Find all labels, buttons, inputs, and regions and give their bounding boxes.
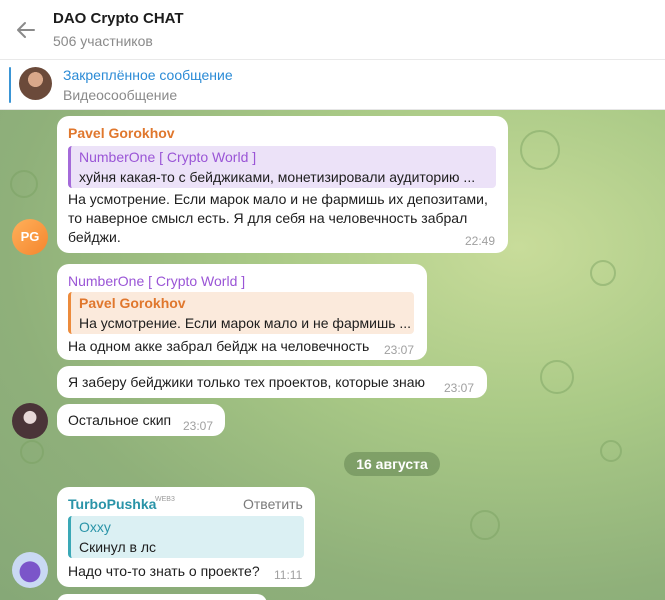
- quote-sender: NumberOne [ Crypto World ]: [79, 149, 257, 165]
- doodle-icon: [520, 130, 560, 170]
- pinned-thumbnail: [19, 67, 52, 100]
- reply-quote[interactable]: Oxxy Скинул в лс: [68, 516, 304, 558]
- message-text: бейджи.: [68, 229, 121, 245]
- web3-badge: WEB3: [155, 496, 175, 503]
- pinned-subtitle: Видеосообщение: [63, 87, 178, 103]
- sender-name[interactable]: Pavel Gorokhov: [68, 125, 175, 141]
- reply-quote[interactable]: NumberOne [ Crypto World ] хуйня какая-т…: [68, 146, 496, 188]
- quote-text: Скинул в лс: [79, 539, 157, 555]
- avatar[interactable]: [12, 403, 48, 439]
- message-text: На одном акке забрал бейдж на человечнос…: [68, 338, 370, 354]
- message-text: Надо что-то знать о проекте?: [68, 563, 260, 579]
- chat-header: DAO Crypto CHAT 506 участников: [0, 0, 665, 60]
- date-separator: 16 августа: [344, 452, 440, 476]
- message-text: На усмотрение. Если марок мало и не фарм…: [68, 191, 488, 207]
- pinned-message-bar[interactable]: Закреплённое сообщение Видеосообщение: [0, 60, 665, 110]
- pinned-title: Закреплённое сообщение: [63, 67, 233, 83]
- message-bubble[interactable]: TurboPushka WEB3 Ответить Oxxy Скинул в …: [57, 487, 315, 587]
- message-time: 22:49: [465, 234, 496, 248]
- message-text: Я заберу бейджики только тех проектов, к…: [68, 374, 426, 390]
- message-time: 23:07: [444, 381, 475, 395]
- doodle-icon: [10, 170, 38, 198]
- pinned-indicator: [9, 67, 11, 103]
- message-text: то наверное смысл есть. Я для себя на че…: [68, 210, 468, 226]
- avatar[interactable]: [12, 552, 48, 588]
- quote-sender: Oxxy: [79, 519, 111, 535]
- chat-title[interactable]: DAO Crypto CHAT: [53, 10, 184, 27]
- doodle-icon: [600, 440, 622, 462]
- quote-text: На усмотрение. Если марок мало и не фарм…: [79, 315, 412, 331]
- doodle-icon: [20, 440, 44, 464]
- doodle-icon: [470, 510, 500, 540]
- back-arrow-icon[interactable]: [14, 18, 38, 42]
- message-text: Остальное скип: [68, 412, 172, 428]
- message-bubble[interactable]: [57, 594, 267, 600]
- message-bubble[interactable]: NumberOne [ Crypto World ] Pavel Gorokho…: [57, 264, 427, 360]
- message-time: 23:07: [384, 343, 415, 357]
- message-time: 11:11: [274, 568, 303, 582]
- sender-name[interactable]: TurboPushka: [68, 496, 156, 512]
- doodle-icon: [590, 260, 616, 286]
- sender-name[interactable]: NumberOne [ Crypto World ]: [68, 273, 245, 289]
- quote-text: хуйня какая-то с бейджиками, монетизиров…: [79, 169, 476, 185]
- avatar[interactable]: PG: [12, 219, 48, 255]
- reply-button[interactable]: Ответить: [243, 496, 303, 512]
- message-bubble[interactable]: Остальное скип 23:07: [57, 404, 225, 436]
- quote-sender: Pavel Gorokhov: [79, 295, 186, 311]
- message-time: 23:07: [183, 419, 214, 433]
- reply-quote[interactable]: Pavel Gorokhov На усмотрение. Если марок…: [68, 292, 414, 334]
- doodle-icon: [540, 360, 574, 394]
- message-bubble[interactable]: Pavel Gorokhov NumberOne [ Crypto World …: [57, 116, 508, 253]
- message-bubble[interactable]: Я заберу бейджики только тех проектов, к…: [57, 366, 487, 398]
- member-count: 506 участников: [53, 33, 153, 49]
